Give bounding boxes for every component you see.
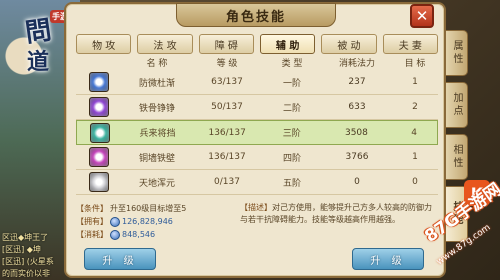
tab-passive[interactable]: 被 动	[321, 34, 377, 54]
skill-type: 一阶	[282, 78, 301, 89]
description-tag: 【描述】	[240, 203, 272, 212]
game-logo: 問 道 手游	[6, 8, 70, 78]
skill-cost: 3766	[345, 152, 369, 162]
condition-line: 【条件】 升至160级目标增至5	[76, 202, 236, 215]
consume-line: 【消耗】 848,546	[76, 228, 236, 241]
side-tab-attributes[interactable]: 属性	[446, 30, 468, 76]
skill-cost: 237	[348, 77, 366, 87]
table-row[interactable]: 铜墙铁壁 136/137 四阶 3766 1	[76, 145, 438, 170]
header-cost: 消耗法力	[338, 59, 375, 69]
watermark-text: 87G手游网	[421, 179, 500, 247]
description-block: 【描述】对己方使用，能够提升己方多人较高的防御力与若干抗障碍能力。技能等级越高作…	[240, 202, 438, 226]
watermark: K 87G手游网 www.87g.com	[410, 176, 500, 280]
skill-level: 63/137	[211, 77, 243, 87]
skill-target: 2	[412, 102, 418, 112]
chat-line: [区迅] (火星系	[2, 257, 54, 266]
coin-icon	[110, 229, 120, 240]
header-type: 类 型	[281, 59, 303, 69]
chat-line: 区迅◆坤王了	[2, 233, 49, 242]
panel-title: 角色技能	[176, 3, 336, 27]
skill-icon	[89, 172, 109, 192]
skill-cost: 0	[354, 177, 360, 187]
header-target: 目 标	[404, 59, 426, 69]
skill-category-tabs: 物 攻 法 攻 障 碍 辅 助 被 动 夫 妻	[76, 34, 438, 54]
table-row-selected[interactable]: 兵来将挡 136/137 三阶 3508 4	[76, 120, 438, 145]
condition-tag: 【条件】	[76, 204, 108, 213]
logo-char-1: 問	[23, 14, 54, 49]
skill-icon	[89, 147, 109, 167]
skill-target: 1	[412, 152, 418, 162]
skill-cost: 3508	[344, 127, 368, 138]
skill-level: 136/137	[208, 127, 246, 138]
skill-name: 铁骨铮铮	[138, 103, 175, 114]
tab-couple[interactable]: 夫 妻	[382, 34, 438, 54]
skill-target: 4	[411, 127, 417, 138]
skill-level: 50/137	[211, 102, 243, 112]
coin-icon	[110, 216, 120, 227]
skill-icon	[89, 122, 110, 143]
skill-type: 五阶	[282, 178, 301, 189]
table-row[interactable]: 铁骨铮铮 50/137 二阶 633 2	[76, 95, 438, 120]
skill-table: 防微杜渐 63/137 一阶 237 1 铁骨铮铮 50/137 二阶 633 …	[76, 70, 438, 200]
skill-type: 四阶	[282, 153, 301, 164]
skill-name: 防微杜渐	[138, 78, 175, 89]
skill-target: 1	[412, 77, 418, 87]
skill-icon	[89, 72, 109, 92]
skill-name: 兵来将挡	[139, 129, 176, 139]
condition-text: 升至160级目标增至5	[110, 204, 187, 213]
skill-info: 【条件】 升至160级目标增至5 【拥有】 126,828,946 【消耗】 8…	[76, 202, 438, 246]
tab-magic-attack[interactable]: 法 攻	[137, 34, 193, 54]
chat-line: [区迅] ◆坤	[2, 245, 41, 254]
table-row[interactable]: 防微杜渐 63/137 一阶 237 1	[76, 70, 438, 95]
skill-cost: 633	[348, 102, 366, 112]
tab-support[interactable]: 辅 助	[259, 34, 316, 54]
skill-table-header: 名 称 等 级 类 型 消耗法力 目 标	[76, 56, 438, 70]
header-level: 等 级	[216, 59, 238, 69]
skill-icon	[89, 97, 109, 117]
side-tab-affinity[interactable]: 相性	[446, 134, 468, 180]
skill-name: 铜墙铁壁	[138, 153, 175, 164]
header-name: 名 称	[146, 59, 168, 69]
table-row[interactable]: 天地浑元 0/137 五阶 0 0	[76, 170, 438, 195]
skill-level: 0/137	[214, 177, 240, 187]
consume-tag: 【消耗】	[76, 230, 108, 239]
owned-line: 【拥有】 126,828,946	[76, 215, 236, 228]
skill-type: 二阶	[282, 103, 301, 114]
skill-level: 136/137	[208, 152, 246, 162]
tab-physical-attack[interactable]: 物 攻	[76, 34, 132, 54]
owned-value: 126,828,946	[122, 217, 173, 226]
chat-line: 的而实价以非	[2, 269, 50, 278]
tab-obstacle[interactable]: 障 碍	[198, 34, 254, 54]
upgrade-button-left[interactable]: 升 级	[84, 248, 156, 270]
consume-value: 848,546	[122, 230, 156, 239]
skill-type: 三阶	[282, 129, 301, 139]
header-icon-col	[76, 56, 122, 70]
skills-panel: 角色技能 物 攻 法 攻 障 碍 辅 助 被 动 夫 妻 名 称 等 级 类 型…	[64, 2, 446, 278]
skill-name: 天地浑元	[138, 178, 175, 189]
side-tab-add-points[interactable]: 加点	[446, 82, 468, 128]
close-button[interactable]: ✕	[410, 4, 434, 28]
owned-tag: 【拥有】	[76, 217, 108, 226]
